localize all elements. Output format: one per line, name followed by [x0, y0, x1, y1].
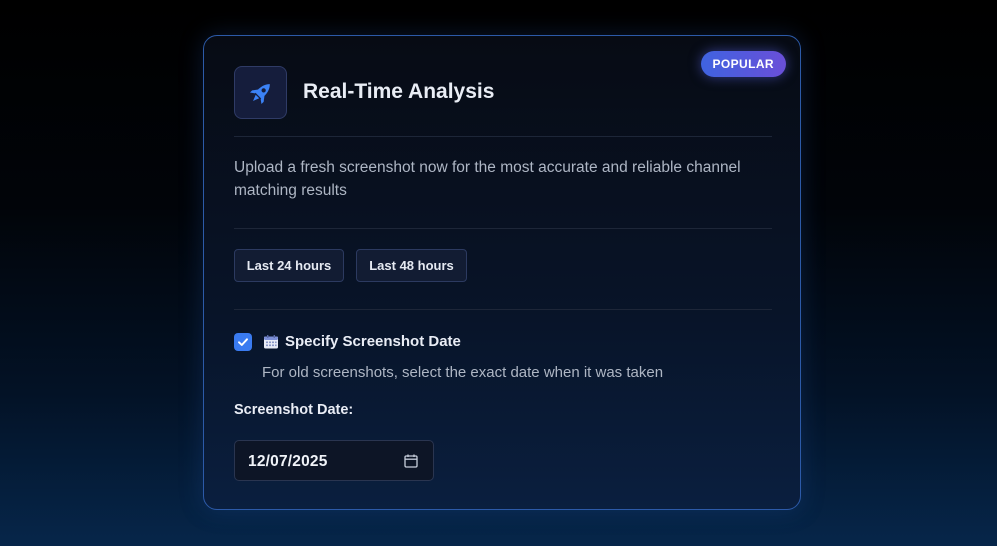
card-description: Upload a fresh screenshot now for the mo… — [234, 159, 741, 199]
checkmark-icon — [238, 338, 248, 346]
date-value: 12/07/2025 — [248, 453, 328, 470]
specify-date-hint: For old screenshots, select the exact da… — [262, 364, 664, 381]
real-time-analysis-card: POPULAR Real-Time Analysis Upload a fres… — [203, 35, 801, 510]
calendar-picker-icon[interactable] — [403, 453, 419, 469]
calendar-icon — [264, 335, 278, 349]
card-icon-container — [234, 66, 287, 119]
screenshot-date-label: Screenshot Date: — [234, 402, 354, 418]
last-48-hours-button[interactable]: Last 48 hours — [356, 249, 467, 282]
divider — [234, 309, 772, 310]
popular-badge: POPULAR — [700, 51, 786, 77]
divider — [234, 136, 772, 137]
rocket-icon — [249, 83, 270, 104]
last-24-hours-button[interactable]: Last 24 hours — [234, 249, 344, 282]
card-title: Real-Time Analysis — [303, 80, 495, 103]
specify-date-label[interactable]: Specify Screenshot Date — [285, 333, 461, 350]
specify-date-checkbox[interactable] — [234, 333, 252, 351]
screenshot-date-input[interactable]: 12/07/2025 — [234, 440, 434, 481]
divider — [234, 228, 772, 229]
